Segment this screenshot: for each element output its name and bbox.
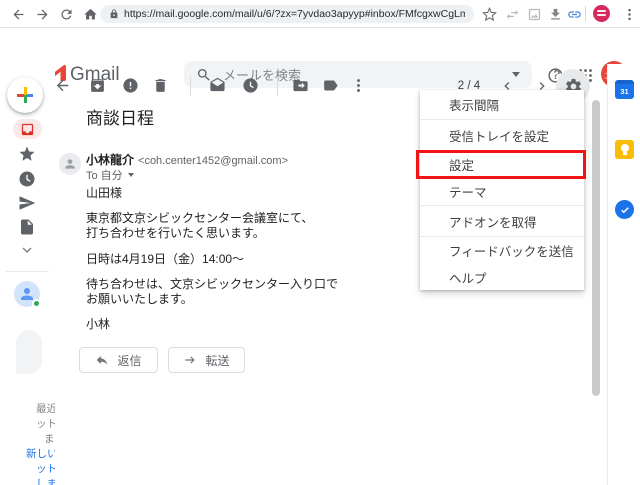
menu-item-send-feedback[interactable]: フィードバックを送信 [420,237,584,264]
email-body-line: 山田様 [86,186,123,200]
url-text: https://mail.google.com/mail/u/6/?zx=7yv… [124,8,465,20]
clock-icon [19,171,35,187]
move-to-icon[interactable] [291,77,309,95]
address-bar[interactable]: https://mail.google.com/mail/u/6/?zx=7yv… [100,5,474,23]
person-icon [65,159,75,169]
toolbar-separator [277,76,278,96]
label-icon[interactable] [321,77,339,95]
to-label: To 自分 [86,170,123,182]
extension-image-icon[interactable] [525,5,543,23]
menu-item-configure-inbox[interactable]: 受信トレイを設定 [420,120,584,150]
extension-red-badge-icon[interactable] [593,5,610,22]
forward-icon [185,356,196,364]
browser-reload-icon[interactable] [57,5,75,23]
left-sidebar: 最近 ット ま 新しい ット しま [0,64,55,485]
more-options-icon[interactable] [349,77,367,95]
gmail-screen: https://mail.google.com/mail/u/6/?zx=7yv… [0,0,640,485]
delete-icon[interactable] [151,77,169,95]
browser-forward-icon[interactable] [33,5,51,23]
snooze-icon[interactable] [241,77,259,95]
email-body-line: 日時は4月19日（金）14:00〜 [86,252,245,266]
sidebar-item-starred[interactable] [18,145,36,163]
details-chevron-icon[interactable] [127,173,134,177]
chat-text-line: ま [44,433,55,445]
reply-icon [97,355,108,365]
lock-icon [110,9,118,19]
sender-name: 小林龍介 [86,153,135,167]
sidebar-item-drafts[interactable] [18,218,36,236]
menu-item-themes[interactable]: テーマ [420,178,584,205]
sender-address: <coh.center1452@gmail.com> [138,155,288,167]
compose-plus-icon [17,87,33,103]
bookmark-star-icon[interactable] [480,5,498,23]
sidebar-more-chevron-icon[interactable] [18,241,36,259]
inbox-icon [21,123,34,135]
chat-contact-avatar[interactable] [14,281,41,308]
sender-avatar[interactable] [59,153,81,175]
tasks-icon[interactable] [615,200,634,219]
browser-back-icon[interactable] [9,5,27,23]
reply-label: 返信 [117,353,142,368]
chat-text-line: ット [36,418,55,430]
chat-link-line[interactable]: しま [36,476,55,485]
extension-download-icon[interactable] [546,5,564,23]
report-spam-icon[interactable] [121,77,139,95]
star-icon [19,146,35,161]
chat-panel-text: 最近 ット ま 新しい ット しま [0,401,55,485]
email-body-line: 小林 [86,317,111,331]
sidebar-item-snoozed[interactable] [18,170,36,188]
email-body-line: 打ち合わせを行いたく思います。 [86,226,265,240]
sidebar-item-inbox[interactable] [13,119,42,139]
scrollbar-thumb[interactable] [592,100,600,396]
reply-button[interactable]: 返信 [79,347,158,373]
extension-link-icon[interactable] [565,5,583,23]
sidebar-divider [6,271,49,272]
forward-label: 転送 [205,353,230,368]
menu-item-get-addons[interactable]: アドオンを取得 [420,206,584,236]
mark-unread-icon[interactable] [208,77,226,95]
keep-icon[interactable] [615,140,634,159]
sidebar-item-sent[interactable] [18,194,36,212]
toolbar-separator [190,76,191,96]
chat-link-line[interactable]: 新しい [26,446,55,461]
menu-item-help[interactable]: ヘルプ [420,264,584,290]
extension-sync-icon[interactable] [503,5,521,23]
forward-button[interactable]: 転送 [168,347,245,373]
online-status-dot [32,299,41,308]
compose-button[interactable] [7,77,43,113]
right-sidebar: 31 [607,64,640,485]
browser-home-icon[interactable] [81,5,99,23]
settings-dropdown-menu: 表示間隔 受信トレイを設定 設定 テーマ アドオンを取得 フィードバックを送信 … [420,90,584,290]
browser-menu-icon[interactable] [620,5,638,23]
back-to-inbox-icon[interactable] [53,77,71,95]
hangouts-watermark-icon [16,330,42,374]
send-icon [19,196,36,210]
email-subject: 商談日程 [86,109,154,128]
toolbar-separator [585,6,586,22]
chat-text-line: 最近 [36,403,55,415]
menu-item-settings[interactable]: 設定 [420,151,584,178]
gmail-header: Gmail メールを検索 太郎 [0,28,640,88]
search-options-chevron-icon[interactable] [512,72,520,77]
recipient-row[interactable]: To 自分 [86,167,134,183]
draft-icon [21,219,33,235]
calendar-icon[interactable]: 31 [615,80,634,99]
browser-toolbar: https://mail.google.com/mail/u/6/?zx=7yv… [0,0,640,28]
archive-icon[interactable] [88,77,106,95]
menu-item-display-density[interactable]: 表示間隔 [420,90,584,119]
email-body-line: お願いいたします。 [86,292,193,306]
chat-link-line[interactable]: ット [36,461,55,476]
